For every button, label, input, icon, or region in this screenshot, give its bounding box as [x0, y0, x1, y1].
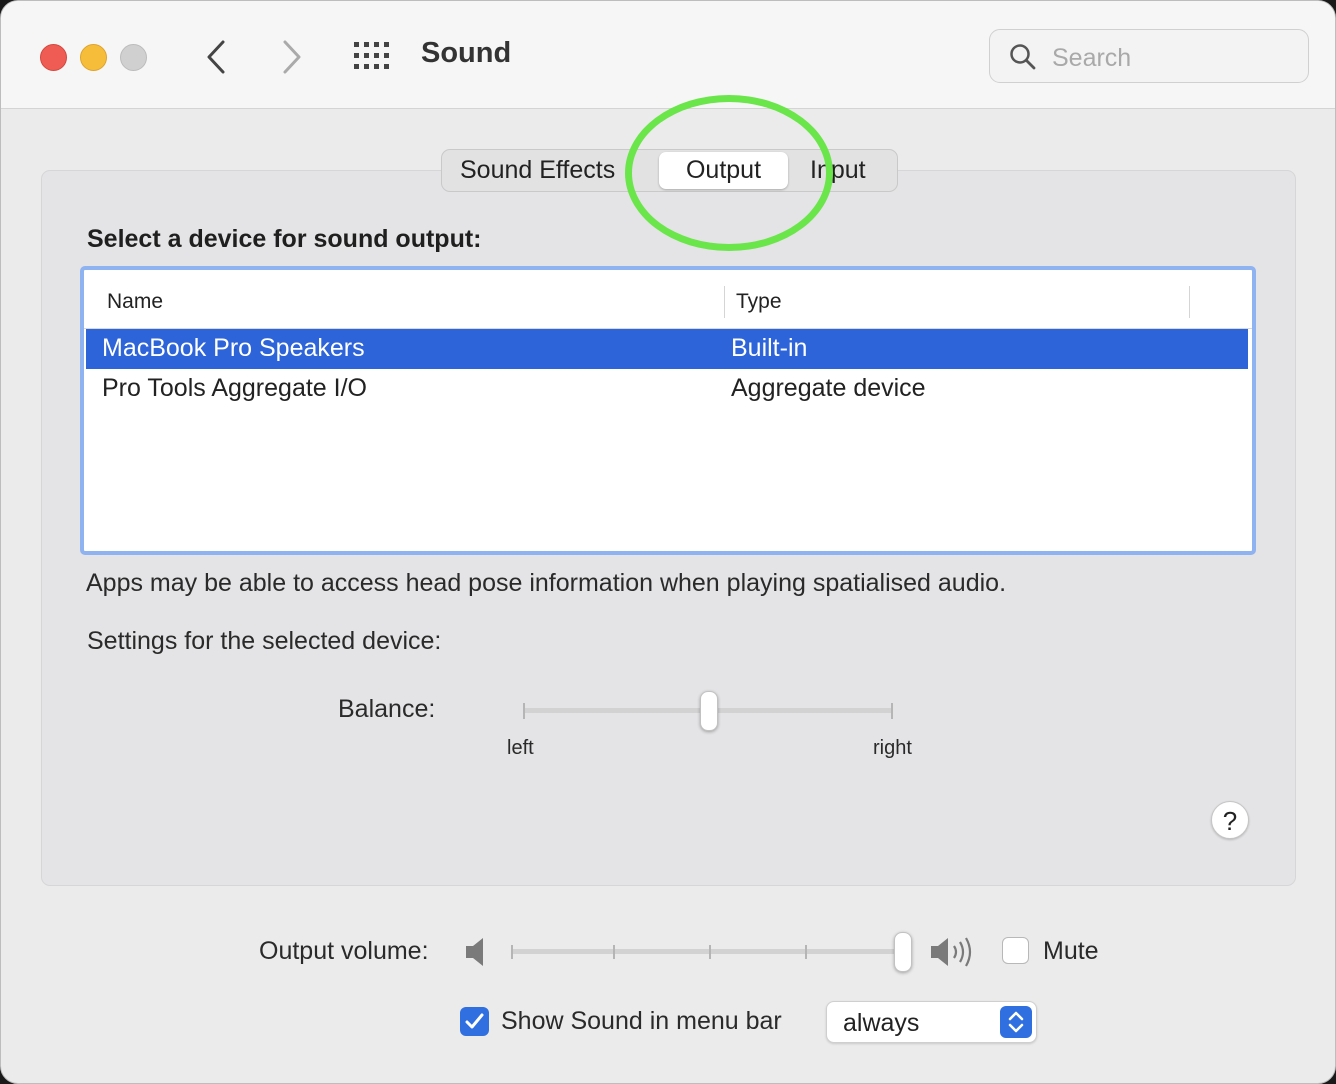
device-type: Built-in — [731, 334, 808, 362]
tab-sound-effects[interactable]: Sound Effects — [460, 150, 630, 191]
tab-input[interactable]: Input — [810, 150, 880, 191]
column-header-name[interactable]: Name — [107, 290, 163, 314]
table-header: Name Type — [84, 270, 1252, 329]
window-title: Sound — [421, 37, 512, 69]
close-window-button[interactable] — [40, 44, 67, 71]
column-divider — [1189, 286, 1190, 318]
mute-label: Mute — [1043, 937, 1099, 965]
slider-tick — [523, 703, 525, 719]
speaker-low-icon — [466, 938, 483, 966]
search-icon — [1010, 44, 1036, 70]
help-button[interactable]: ? — [1211, 801, 1249, 839]
table-row[interactable]: MacBook Pro Speakers Built-in — [86, 329, 1248, 369]
output-device-table[interactable]: Name Type MacBook Pro Speakers Built-in … — [80, 266, 1256, 555]
search-field[interactable] — [989, 29, 1309, 83]
spatial-audio-info-text: Apps may be able to access head pose inf… — [86, 569, 1007, 597]
balance-label: Balance: — [338, 695, 436, 723]
slider-tick — [805, 945, 807, 959]
settings-label: Settings for the selected device: — [87, 627, 442, 655]
title-bar: Sound — [1, 1, 1335, 109]
chevron-right-icon — [283, 40, 301, 74]
search-input[interactable] — [1050, 40, 1294, 76]
select-stepper — [1000, 1006, 1032, 1038]
column-divider — [724, 286, 725, 318]
balance-right-label: right — [873, 737, 912, 759]
chevron-up-down-icon — [1008, 1011, 1024, 1033]
balance-slider-knob[interactable] — [700, 691, 718, 731]
minimize-window-button[interactable] — [80, 44, 107, 71]
speaker-high-icon — [931, 937, 972, 967]
show-all-button[interactable] — [353, 41, 393, 71]
table-row[interactable]: Pro Tools Aggregate I/O Aggregate device — [86, 369, 1248, 409]
menu-bar-visibility-select[interactable]: always — [826, 1001, 1037, 1043]
slider-tick — [709, 945, 711, 959]
tab-output[interactable]: Output — [659, 152, 788, 189]
zoom-window-button[interactable] — [120, 44, 147, 71]
mute-checkbox[interactable] — [1002, 937, 1029, 964]
device-section-label: Select a device for sound output: — [87, 225, 482, 253]
grid-icon — [354, 42, 389, 69]
slider-tick — [511, 945, 513, 959]
chevron-left-icon — [207, 40, 225, 74]
column-header-type[interactable]: Type — [736, 290, 782, 314]
output-volume-slider-knob[interactable] — [894, 932, 912, 972]
device-name: MacBook Pro Speakers — [102, 334, 365, 362]
show-in-menu-bar-label: Show Sound in menu bar — [501, 1007, 782, 1035]
device-type: Aggregate device — [731, 374, 926, 402]
output-volume-label: Output volume: — [259, 937, 429, 965]
sound-preferences-window: Sound Sound Effects Output Input Select … — [0, 0, 1336, 1084]
checkmark-icon — [465, 1013, 484, 1029]
back-button[interactable] — [197, 37, 237, 77]
device-name: Pro Tools Aggregate I/O — [102, 374, 367, 402]
slider-tick — [613, 945, 615, 959]
balance-left-label: left — [507, 737, 534, 759]
forward-button[interactable] — [271, 37, 311, 77]
show-in-menu-bar-checkbox[interactable] — [460, 1007, 489, 1036]
tab-bar: Sound Effects Output Input — [441, 149, 898, 192]
slider-tick — [891, 703, 893, 719]
output-volume-slider-track[interactable] — [511, 949, 903, 954]
selected-option: always — [843, 1009, 920, 1037]
